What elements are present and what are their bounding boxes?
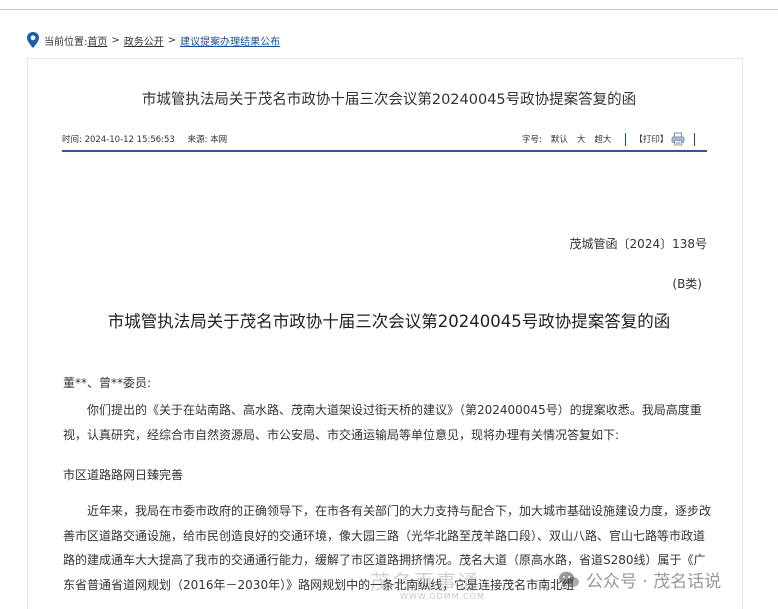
tools-divider [694,132,696,146]
salutation: 董**、曾**委员: [63,376,152,390]
breadcrumb-separator: > [167,34,177,46]
breadcrumb-home-link[interactable]: 首页 [87,33,107,48]
breadcrumb-separator: > [111,34,120,46]
article-tools: 字号: 默认 大 超大 【打印】 [522,132,696,146]
section-subheading: 市区道路路网日臻完善 [63,468,184,482]
publish-time: 时间: 2024-10-12 15:56:53 [62,135,175,145]
body-paragraph: 近年来，我局在市委市政府的正确领导下，在市各有关部门的大力支持与配合下，加大城市… [63,504,712,592]
article-meta: 时间: 2024-10-12 15:56:53 来源: 本网 [62,133,237,145]
print-button[interactable]: 【打印】 [634,133,668,145]
font-size-label: 字号: [522,135,542,145]
location-pin-icon [27,32,39,48]
body-paragraph: 你们提出的《关于在站南路、高水路、茂南大道架设过街天桥的建议》（第2024000… [63,403,702,442]
meta-divider [62,150,707,152]
font-size-large-button[interactable]: 大 [577,133,586,145]
tools-divider [625,132,627,146]
breadcrumb: 当前位置: 首页 > 政务公开 > 建议提案办理结果公布 [25,31,280,49]
font-size-xlarge-button[interactable]: 超大 [594,133,611,145]
printer-icon[interactable] [671,132,685,146]
top-divider [0,9,778,10]
font-size-default-button[interactable]: 默认 [551,133,568,145]
article-source: 来源: 本网 [187,135,228,145]
document-number: 茂城管函〔2024〕138号 [569,237,707,251]
page-title: 市城管执法局关于茂名市政协十届三次会议第20240045号政协提案答复的函 [141,92,637,108]
document-classification: (B类) [672,277,702,291]
document-heading: 市城管执法局关于茂名市政协十届三次会议第20240045号政协提案答复的函 [107,312,671,331]
breadcrumb-proposal-results-link[interactable]: 建议提案办理结果公布 [180,33,280,48]
breadcrumb-prefix: 当前位置: [44,36,88,48]
breadcrumb-gov-affairs-link[interactable]: 政务公开 [124,33,164,48]
